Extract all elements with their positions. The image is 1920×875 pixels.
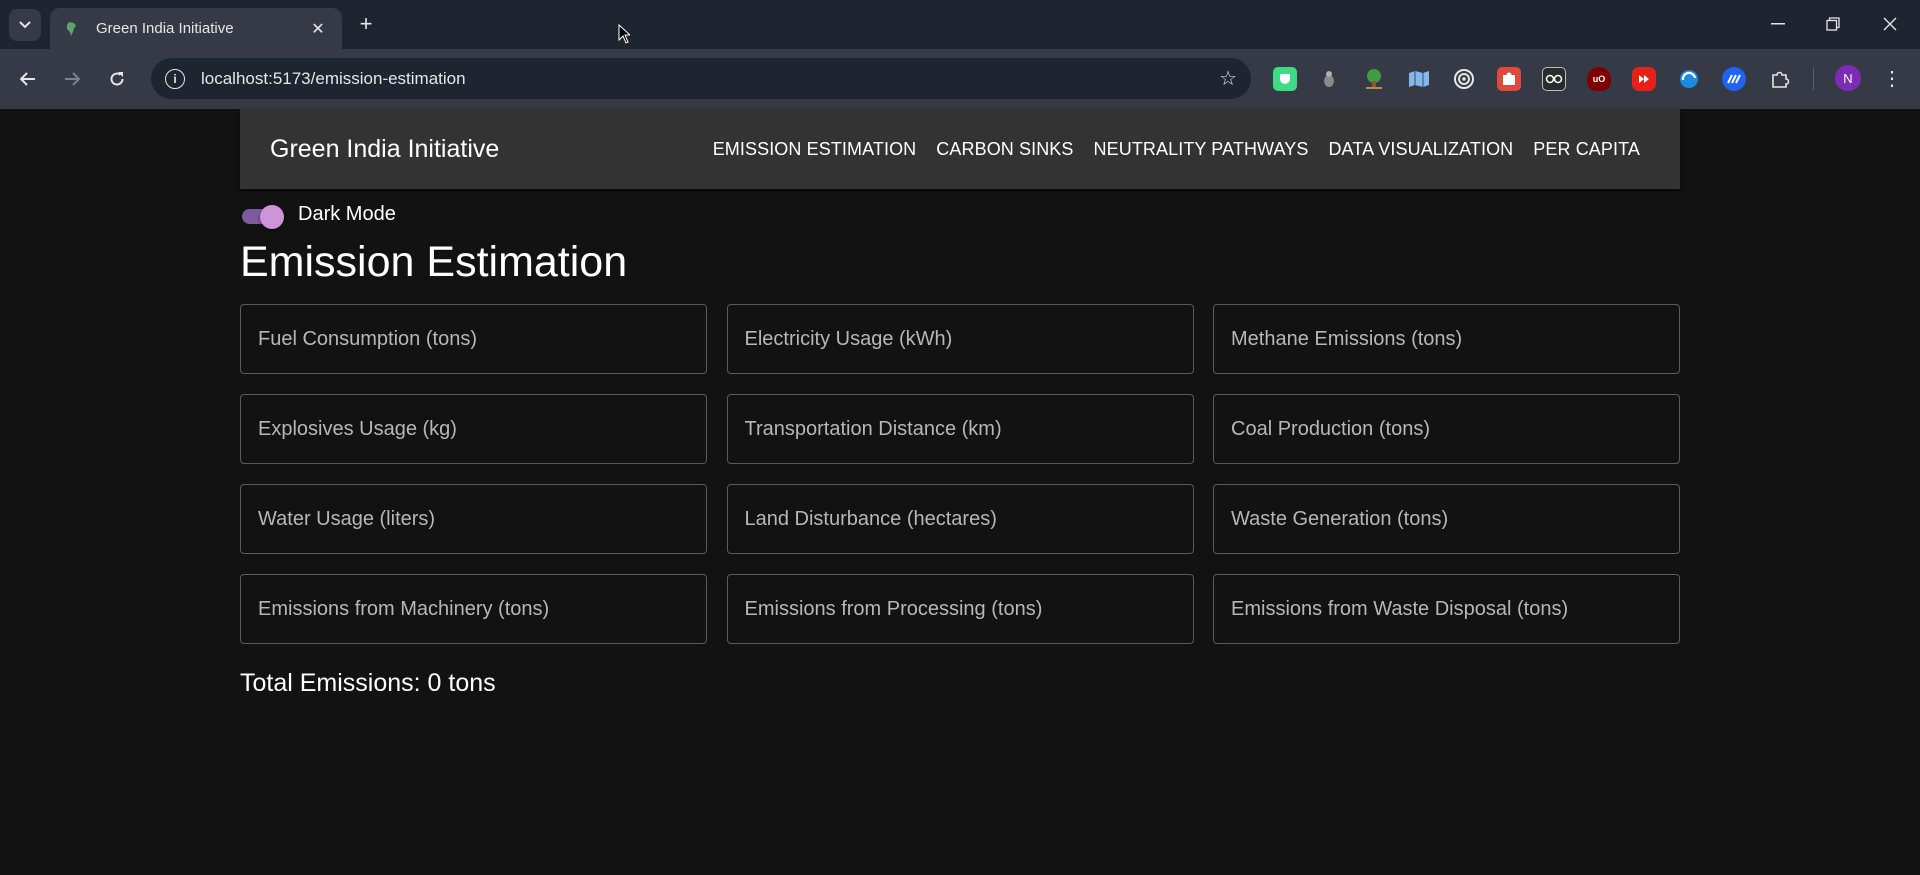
page-title: Emission Estimation bbox=[240, 238, 628, 286]
mouse-cursor-icon bbox=[618, 24, 630, 44]
web-page: Green India Initiative EMISSION ESTIMATI… bbox=[0, 109, 1920, 875]
minimize-icon bbox=[1771, 23, 1785, 25]
reload-button[interactable] bbox=[101, 63, 133, 95]
machinery-emissions-field[interactable] bbox=[240, 574, 707, 644]
map-ext-icon[interactable] bbox=[1407, 67, 1431, 91]
url-text[interactable]: localhost:5173/emission-estimation bbox=[201, 69, 1219, 89]
electricity-usage-input[interactable] bbox=[744, 327, 1176, 351]
methane-emissions-field[interactable] bbox=[1213, 304, 1680, 374]
explosives-usage-input[interactable] bbox=[258, 417, 689, 441]
close-window-button[interactable] bbox=[1870, 8, 1910, 40]
site-info-icon[interactable]: i bbox=[165, 68, 185, 89]
nav-per-capita[interactable]: PER CAPITA bbox=[1533, 139, 1640, 160]
nav-carbon-sinks[interactable]: CARBON SINKS bbox=[936, 139, 1073, 160]
nav-neutrality-pathways[interactable]: NEUTRALITY PATHWAYS bbox=[1094, 139, 1309, 160]
land-disturbance-input[interactable] bbox=[744, 507, 1176, 531]
waste-disposal-emissions-input[interactable] bbox=[1231, 597, 1662, 621]
target-ext-icon[interactable] bbox=[1452, 67, 1476, 91]
fuel-consumption-field[interactable] bbox=[240, 304, 707, 374]
nav-emission-estimation[interactable]: EMISSION ESTIMATION bbox=[713, 139, 917, 160]
bookmark-star-icon[interactable]: ☆ bbox=[1219, 66, 1237, 91]
speed-ext-icon[interactable] bbox=[1722, 67, 1746, 91]
tab-title: Green India Initiative bbox=[96, 20, 234, 37]
machinery-emissions-input[interactable] bbox=[258, 597, 689, 621]
water-usage-field[interactable] bbox=[240, 484, 707, 554]
processing-emissions-field[interactable] bbox=[726, 574, 1194, 644]
water-usage-input[interactable] bbox=[258, 507, 689, 531]
puzzle-red-ext-icon[interactable] bbox=[1497, 67, 1521, 91]
brand-title[interactable]: Green India Initiative bbox=[270, 135, 499, 164]
restore-icon bbox=[1826, 17, 1840, 31]
arrow-right-icon bbox=[65, 72, 80, 86]
processing-emissions-input[interactable] bbox=[744, 597, 1176, 621]
switch-thumb bbox=[260, 205, 284, 229]
back-button[interactable] bbox=[12, 63, 44, 95]
browser-tab-strip: Green India Initiative ✕ + bbox=[0, 0, 1920, 49]
shield-ext-icon[interactable] bbox=[1273, 67, 1297, 91]
fuel-consumption-input[interactable] bbox=[258, 327, 689, 351]
electricity-usage-field[interactable] bbox=[726, 304, 1194, 374]
india-map-favicon-icon bbox=[67, 21, 76, 36]
extensions-puzzle-icon[interactable] bbox=[1768, 67, 1792, 91]
transportation-distance-field[interactable] bbox=[726, 394, 1194, 464]
waste-generation-field[interactable] bbox=[1213, 484, 1680, 554]
glasses-ext-icon[interactable] bbox=[1542, 67, 1566, 91]
address-bar[interactable]: i localhost:5173/emission-estimation ☆ bbox=[151, 58, 1251, 99]
browser-tab-active[interactable]: Green India Initiative ✕ bbox=[50, 8, 342, 49]
close-icon bbox=[1883, 17, 1897, 31]
coal-production-field[interactable] bbox=[1213, 394, 1680, 464]
browser-menu-icon[interactable]: ⋮ bbox=[1880, 63, 1904, 93]
restore-button[interactable] bbox=[1813, 8, 1853, 40]
land-disturbance-field[interactable] bbox=[726, 484, 1194, 554]
waste-disposal-emissions-field[interactable] bbox=[1213, 574, 1680, 644]
coal-production-input[interactable] bbox=[1231, 417, 1662, 441]
dark-mode-label: Dark Mode bbox=[298, 203, 396, 225]
tree-ext-icon[interactable] bbox=[1362, 67, 1386, 91]
transportation-distance-input[interactable] bbox=[744, 417, 1176, 441]
waste-generation-input[interactable] bbox=[1231, 507, 1662, 531]
reload-icon bbox=[110, 72, 124, 86]
arrow-left-icon bbox=[20, 72, 35, 86]
forward-button[interactable] bbox=[56, 63, 88, 95]
main-nav: EMISSION ESTIMATION CARBON SINKS NEUTRAL… bbox=[713, 139, 1640, 160]
nav-data-visualization[interactable]: DATA VISUALIZATION bbox=[1328, 139, 1513, 160]
ublock-ext-icon[interactable]: uO bbox=[1587, 67, 1611, 91]
toolbar-separator bbox=[1813, 68, 1814, 90]
profile-avatar[interactable]: N bbox=[1835, 65, 1861, 91]
explosives-usage-field[interactable] bbox=[240, 394, 707, 464]
emission-form bbox=[240, 304, 1680, 644]
chevron-down-icon bbox=[19, 21, 31, 29]
methane-emissions-input[interactable] bbox=[1231, 327, 1662, 351]
dark-mode-switch[interactable] bbox=[240, 201, 290, 231]
minimize-button[interactable] bbox=[1758, 8, 1798, 40]
app-header: Green India Initiative EMISSION ESTIMATI… bbox=[240, 109, 1680, 189]
youtube-ext-icon[interactable] bbox=[1632, 67, 1656, 91]
tab-close-icon[interactable]: ✕ bbox=[308, 19, 328, 39]
capsule-ext-icon[interactable] bbox=[1317, 67, 1341, 91]
swirl-ext-icon[interactable] bbox=[1677, 67, 1701, 91]
tab-search-button[interactable] bbox=[9, 9, 41, 41]
total-emissions: Total Emissions: 0 tons bbox=[240, 669, 496, 697]
new-tab-button[interactable]: + bbox=[352, 10, 380, 38]
